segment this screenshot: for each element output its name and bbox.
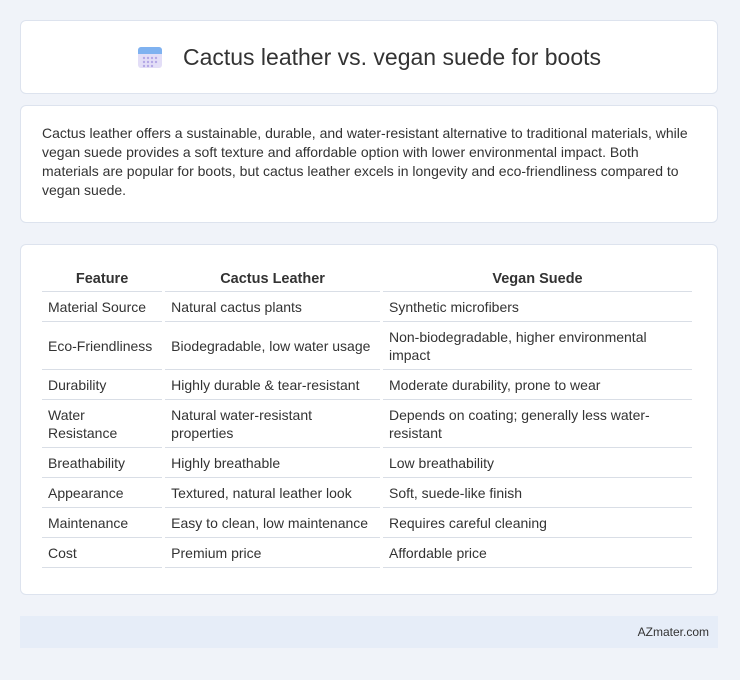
summary-text: Cactus leather offers a sustainable, dur…	[42, 125, 688, 198]
calendar-icon	[137, 47, 162, 68]
cell-feature: Maintenance	[42, 508, 163, 538]
summary-card: Cactus leather offers a sustainable, dur…	[20, 105, 718, 223]
cell-vegan-suede: Soft, suede-like finish	[382, 478, 692, 508]
comparison-table: Feature Cactus Leather Vegan Suede Mater…	[39, 265, 695, 568]
cell-cactus-leather: Textured, natural leather look	[165, 478, 380, 508]
table-row: Maintenance Easy to clean, low maintenan…	[42, 508, 692, 538]
page-title: Cactus leather vs. vegan suede for boots	[182, 43, 602, 70]
table-row: Durability Highly durable & tear-resista…	[42, 370, 692, 400]
cell-cactus-leather: Easy to clean, low maintenance	[165, 508, 380, 538]
table-row: Material Source Natural cactus plants Sy…	[42, 292, 692, 322]
cell-vegan-suede: Synthetic microfibers	[382, 292, 692, 322]
cell-feature: Eco-Friendliness	[42, 322, 163, 370]
cell-feature: Appearance	[42, 478, 163, 508]
cell-cactus-leather: Highly durable & tear-resistant	[165, 370, 380, 400]
cell-vegan-suede: Affordable price	[382, 538, 692, 568]
table-row: Eco-Friendliness Biodegradable, low wate…	[42, 322, 692, 370]
cell-feature: Water Resistance	[42, 400, 163, 448]
cell-cactus-leather: Natural cactus plants	[165, 292, 380, 322]
footer-site-name: AZmater.com	[637, 625, 709, 639]
header-vegan-suede: Vegan Suede	[382, 265, 692, 292]
table-row: Water Resistance Natural water-resistant…	[42, 400, 692, 448]
table-row: Breathability Highly breathable Low brea…	[42, 448, 692, 478]
footer: AZmater.com	[20, 616, 718, 648]
cell-feature: Cost	[42, 538, 163, 568]
table-row: Cost Premium price Affordable price	[42, 538, 692, 568]
cell-feature: Material Source	[42, 292, 163, 322]
cell-cactus-leather: Biodegradable, low water usage	[165, 322, 380, 370]
header-cactus-leather: Cactus Leather	[165, 265, 380, 292]
table-card: Feature Cactus Leather Vegan Suede Mater…	[20, 244, 718, 595]
cell-cactus-leather: Premium price	[165, 538, 380, 568]
cell-cactus-leather: Highly breathable	[165, 448, 380, 478]
cell-vegan-suede: Depends on coating; generally less water…	[382, 400, 692, 448]
table-row: Appearance Textured, natural leather loo…	[42, 478, 692, 508]
cell-feature: Breathability	[42, 448, 163, 478]
title-wrap: Cactus leather vs. vegan suede for boots	[137, 44, 601, 71]
header-feature: Feature	[42, 265, 163, 292]
cell-feature: Durability	[42, 370, 163, 400]
cell-cactus-leather: Natural water-resistant properties	[165, 400, 380, 448]
table-header-row: Feature Cactus Leather Vegan Suede	[42, 265, 692, 292]
cell-vegan-suede: Moderate durability, prone to wear	[382, 370, 692, 400]
title-card: Cactus leather vs. vegan suede for boots	[20, 20, 718, 94]
cell-vegan-suede: Requires careful cleaning	[382, 508, 692, 538]
cell-vegan-suede: Non-biodegradable, higher environmental …	[382, 322, 692, 370]
cell-vegan-suede: Low breathability	[382, 448, 692, 478]
